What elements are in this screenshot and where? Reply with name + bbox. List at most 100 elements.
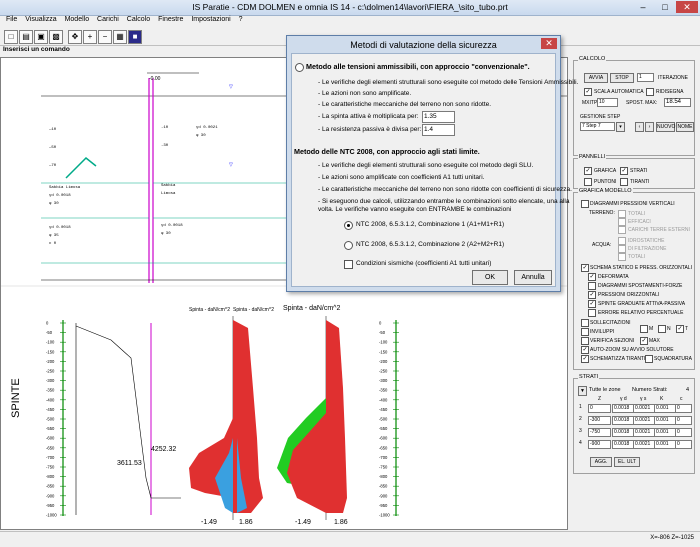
strati-c-field[interactable]: 0 (675, 440, 692, 449)
strati-gd-field[interactable]: 0.0018 (612, 440, 634, 449)
spinta-attiva-field[interactable]: 1.35 (422, 111, 455, 123)
max-checkbox[interactable]: ✓ (640, 337, 648, 345)
open-folder-icon[interactable]: ▤ (19, 30, 33, 44)
diag-spost-checkbox[interactable] (588, 282, 596, 290)
strati-c-field[interactable]: 0 (675, 428, 692, 437)
svg-text:—70: —70 (48, 164, 57, 168)
nome-button[interactable]: NOME (676, 122, 694, 132)
deformata-checkbox[interactable]: ✓ (588, 273, 596, 281)
comb2-radio[interactable] (344, 241, 353, 250)
strati-gs-field[interactable]: 0.0021 (633, 440, 655, 449)
zoom-window-icon[interactable]: ▦ (113, 30, 127, 44)
depth-tick-label: -900 (379, 493, 388, 498)
save-icon[interactable]: ▣ (34, 30, 48, 44)
menu-help[interactable]: ? (239, 16, 243, 23)
pressioni-orizz-checkbox[interactable]: ✓ (588, 291, 596, 299)
strati-k-field[interactable]: 0.001 (654, 404, 676, 413)
avvia-button[interactable]: AVVIA (584, 73, 608, 83)
el-ult-button[interactable]: EL. ULT (614, 457, 640, 467)
menu-modello[interactable]: Modello (65, 16, 90, 23)
resist-passiva-label: - La resistenza passiva è divisa per: (318, 126, 422, 133)
side-label: SPINTE (10, 378, 22, 418)
strati-k-field[interactable]: 0.001 (654, 416, 676, 425)
filtrazione-checkbox[interactable] (618, 245, 626, 253)
strati-z-field[interactable]: -300 (588, 416, 611, 425)
zoom-in-icon[interactable]: + (83, 30, 97, 44)
water-table-mark-2: ▽ (229, 162, 233, 168)
strati-gs-field[interactable]: 0.0021 (633, 416, 655, 425)
scala-auto-checkbox[interactable]: ✓ (584, 88, 592, 96)
carichi-checkbox[interactable] (618, 226, 626, 234)
strati-gs-field[interactable]: 0.0021 (633, 404, 655, 413)
right-chart-min-label: -1.49 (295, 519, 311, 526)
strati-z-field[interactable]: 0 (588, 404, 611, 413)
iteration-field[interactable]: 1 (637, 73, 654, 82)
strati-label: STRATI (630, 168, 648, 174)
strati-c-field[interactable]: 0 (675, 404, 692, 413)
print-icon[interactable]: ▩ (49, 30, 63, 44)
zoom-all-icon[interactable]: ■ (128, 30, 142, 44)
tiranti-checkbox[interactable] (620, 178, 628, 186)
strati-z-field[interactable]: -900 (588, 440, 611, 449)
diag-press-checkbox[interactable] (581, 200, 589, 208)
step-dropdown-icon[interactable]: ▾ (616, 122, 625, 132)
new-file-icon[interactable]: □ (4, 30, 18, 44)
schematizza-checkbox[interactable]: ✓ (581, 355, 589, 363)
strati-gs-field[interactable]: 0.0021 (633, 428, 655, 437)
grafica-checkbox[interactable]: ✓ (584, 167, 592, 175)
sismiche-checkbox[interactable] (344, 260, 353, 269)
step-select[interactable]: 7 Step 7 (580, 122, 615, 131)
ok-button[interactable]: OK (472, 270, 508, 285)
step-prev-button[interactable]: ‹ (635, 122, 644, 132)
efficaci-checkbox[interactable] (618, 218, 626, 226)
menu-file[interactable]: File (6, 16, 17, 23)
m-checkbox[interactable] (640, 325, 648, 333)
sollecitazioni-checkbox[interactable] (581, 319, 589, 327)
step-next-button[interactable]: › (645, 122, 654, 132)
schema-statico-checkbox[interactable]: ✓ (581, 264, 589, 272)
totali2-checkbox[interactable] (618, 253, 626, 261)
mxitp-field[interactable]: 10 (597, 98, 618, 107)
idrostatiche-checkbox[interactable] (618, 237, 626, 245)
zoom-out-icon[interactable]: − (98, 30, 112, 44)
comb1-radio[interactable] (344, 221, 353, 230)
verifica-sezioni-checkbox[interactable] (581, 337, 589, 345)
strati-z-field[interactable]: -750 (588, 428, 611, 437)
annulla-button[interactable]: Annulla (514, 270, 552, 285)
errore-rel-checkbox[interactable] (588, 309, 596, 317)
n-checkbox[interactable] (658, 325, 666, 333)
strati-c-field[interactable]: 0 (675, 416, 692, 425)
strati-gd-field[interactable]: 0.0018 (612, 416, 634, 425)
strati-checkbox[interactable]: ✓ (620, 167, 628, 175)
depth-tick-label: -1000 (379, 513, 390, 518)
menu-impostazioni[interactable]: Impostazioni (191, 16, 230, 23)
spinte-grad-checkbox[interactable]: ✓ (588, 300, 596, 308)
stop-button[interactable]: STOP (610, 73, 634, 83)
resist-passiva-field[interactable]: 1.4 (422, 124, 455, 136)
move-icon[interactable]: ✥ (68, 30, 82, 44)
dialog-close-button[interactable]: ✕ (541, 38, 557, 49)
minimize-button[interactable]: – (632, 1, 654, 13)
puntoni-checkbox[interactable] (584, 178, 592, 186)
squadratura-checkbox[interactable] (645, 355, 653, 363)
strati-k-field[interactable]: 0.001 (654, 440, 676, 449)
strati-row-number: 2 (579, 416, 582, 422)
inviluppi-checkbox[interactable] (581, 328, 589, 336)
agg-button[interactable]: AGG. (590, 457, 612, 467)
strati-gd-field[interactable]: 0.0018 (612, 428, 634, 437)
auto-zoom-checkbox[interactable]: ✓ (581, 346, 589, 354)
menu-carichi[interactable]: Carichi (97, 16, 119, 23)
strati-toggle-button[interactable]: ▼ (578, 386, 587, 396)
strati-k-field[interactable]: 0.001 (654, 428, 676, 437)
menu-finestre[interactable]: Finestre (158, 16, 183, 23)
method-ta-radio[interactable] (295, 63, 304, 72)
maximize-button[interactable]: □ (654, 1, 676, 13)
menu-visualizza[interactable]: Visualizza (25, 16, 56, 23)
t-checkbox[interactable]: ✓ (676, 325, 684, 333)
ridisegna-checkbox[interactable] (646, 88, 654, 96)
totali-checkbox[interactable] (618, 210, 626, 218)
nuovo-button[interactable]: NUOVO (656, 122, 675, 132)
menu-calcolo[interactable]: Calcolo (127, 16, 150, 23)
close-button[interactable]: ✕ (676, 1, 698, 13)
strati-gd-field[interactable]: 0.0018 (612, 404, 634, 413)
